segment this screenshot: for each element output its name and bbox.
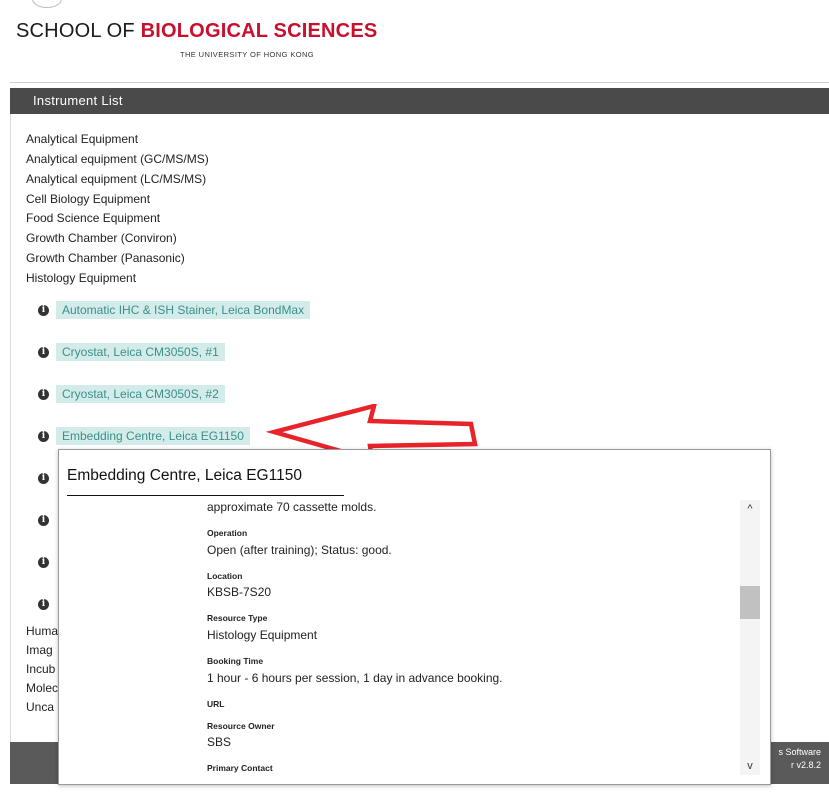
footer-line-1: s Software bbox=[778, 747, 821, 757]
popup-scrollbar[interactable]: ^ v bbox=[740, 500, 760, 775]
instrument-link[interactable]: Embedding Centre, Leica EG1150 bbox=[56, 427, 250, 445]
instrument-item: i Automatic IHC & ISH Stainer, Leica Bon… bbox=[38, 300, 311, 320]
booking-time-value: 1 hour - 6 hours per session, 1 day in a… bbox=[207, 671, 503, 685]
operation-label: Operation bbox=[207, 528, 248, 538]
category-growth-chamber-panasonic[interactable]: Growth Chamber (Panasonic) bbox=[26, 251, 185, 265]
info-icon[interactable]: i bbox=[38, 304, 49, 316]
booking-time-label: Booking Time bbox=[207, 656, 264, 666]
title-divider bbox=[67, 495, 344, 496]
info-icon[interactable]: i bbox=[38, 472, 49, 484]
info-icon[interactable]: i bbox=[38, 598, 49, 610]
instrument-link[interactable]: Automatic IHC & ISH Stainer, Leica BondM… bbox=[56, 301, 311, 319]
category-analytical-equipment[interactable]: Analytical Equipment bbox=[26, 132, 138, 146]
popup-title: Embedding Centre, Leica EG1150 bbox=[67, 467, 302, 484]
instrument-item: i Cryostat, Leica CM3050S, #2 bbox=[38, 384, 225, 404]
category-analytical-lc-ms-ms[interactable]: Analytical equipment (LC/MS/MS) bbox=[26, 172, 206, 186]
logo-emblem bbox=[32, 0, 62, 8]
category-truncated[interactable]: Imag bbox=[26, 643, 53, 657]
category-growth-chamber-conviron[interactable]: Growth Chamber (Conviron) bbox=[26, 231, 177, 245]
resource-type-value: Histology Equipment bbox=[207, 628, 318, 642]
location-label: Location bbox=[207, 571, 243, 581]
info-icon[interactable]: i bbox=[38, 430, 49, 442]
site-header: SCHOOL OF BIOLOGICAL SCIENCES THE UNIVER… bbox=[10, 0, 829, 83]
info-icon[interactable]: i bbox=[38, 514, 49, 526]
scroll-thumb[interactable] bbox=[740, 586, 760, 619]
instrument-item: i bbox=[38, 510, 56, 530]
school-logo[interactable]: SCHOOL OF BIOLOGICAL SCIENCES bbox=[16, 20, 377, 43]
category-food-science[interactable]: Food Science Equipment bbox=[26, 211, 160, 225]
category-truncated[interactable]: Molec bbox=[26, 681, 58, 695]
logo-subtitle: THE UNIVERSITY OF HONG KONG bbox=[180, 50, 315, 59]
location-value: KBSB-7S20 bbox=[207, 585, 272, 599]
popup-details: approximate 70 cassette molds. Operation… bbox=[207, 500, 737, 784]
scroll-up-icon[interactable]: ^ bbox=[740, 500, 760, 518]
resource-type-label: Resource Type bbox=[207, 613, 268, 623]
info-icon[interactable]: i bbox=[38, 388, 49, 400]
logo-prefix: SCHOOL OF bbox=[16, 20, 141, 42]
instrument-item: i bbox=[38, 552, 56, 572]
category-truncated[interactable]: Incub bbox=[26, 662, 55, 676]
resource-owner-value: SBS bbox=[207, 735, 232, 749]
info-icon[interactable]: i bbox=[38, 346, 49, 358]
instrument-item: i Embedding Centre, Leica EG1150 bbox=[38, 426, 250, 446]
category-truncated[interactable]: Huma bbox=[26, 624, 58, 638]
scroll-down-icon[interactable]: v bbox=[740, 757, 760, 775]
category-analytical-gc-ms-ms[interactable]: Analytical equipment (GC/MS/MS) bbox=[26, 152, 209, 166]
instrument-link[interactable]: Cryostat, Leica CM3050S, #2 bbox=[56, 385, 225, 403]
primary-contact-label: Primary Contact bbox=[207, 763, 273, 773]
footer-credit: s Software r v2.8.2 bbox=[778, 746, 821, 772]
url-label: URL bbox=[207, 699, 225, 709]
operation-value: Open (after training); Status: good. bbox=[207, 543, 392, 557]
description-text: approximate 70 cassette molds. bbox=[207, 500, 377, 514]
footer-line-2: r v2.8.2 bbox=[790, 760, 821, 770]
info-icon[interactable]: i bbox=[38, 556, 49, 568]
category-truncated[interactable]: Unca bbox=[26, 700, 54, 714]
panel-title: Instrument List bbox=[10, 88, 829, 114]
instrument-link[interactable]: Cryostat, Leica CM3050S, #1 bbox=[56, 343, 225, 361]
category-cell-biology[interactable]: Cell Biology Equipment bbox=[26, 192, 150, 206]
instrument-item: i bbox=[38, 468, 56, 488]
instrument-detail-popup: Embedding Centre, Leica EG1150 approxima… bbox=[58, 449, 771, 785]
resource-owner-label: Resource Owner bbox=[207, 721, 275, 731]
logo-emphasis: BIOLOGICAL SCIENCES bbox=[140, 20, 378, 42]
instrument-item: i Cryostat, Leica CM3050S, #1 bbox=[38, 342, 225, 362]
instrument-item: i bbox=[38, 594, 56, 614]
category-histology[interactable]: Histology Equipment bbox=[26, 271, 136, 285]
